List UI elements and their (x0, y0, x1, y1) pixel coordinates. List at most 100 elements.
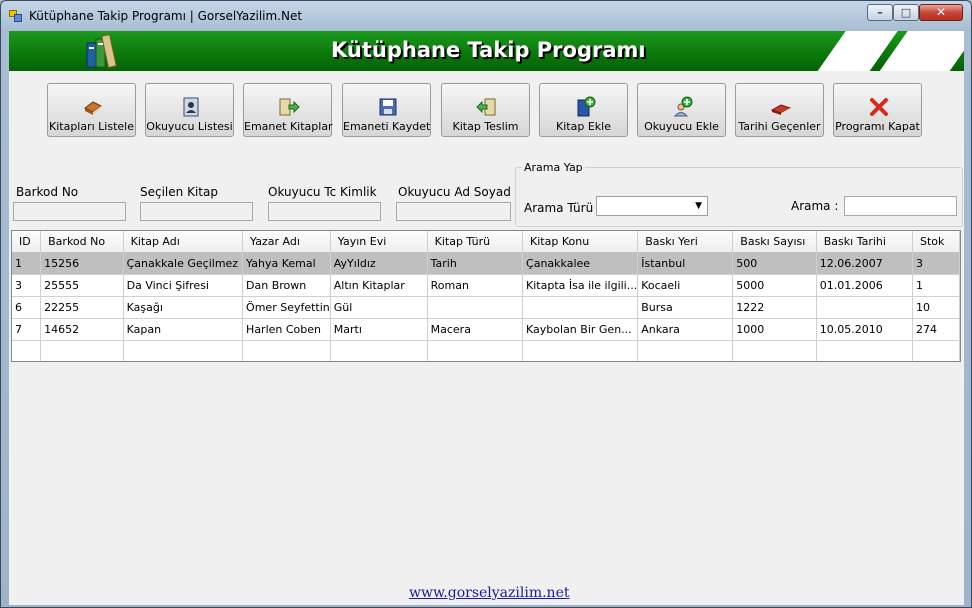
column-header[interactable]: Yazar Adı (242, 231, 331, 253)
table-cell[interactable]: Bursa (637, 296, 734, 319)
table-cell[interactable]: Kitapta İsa ile ilgili... (522, 274, 639, 297)
table-row[interactable]: 6 22255 Kaşağı Ömer Seyfettin Gül Bursa 1222 10 (12, 296, 960, 319)
return-arrow-icon (476, 98, 496, 116)
table-cell[interactable]: 5000 (732, 274, 817, 297)
table-cell[interactable] (40, 340, 124, 361)
table-cell[interactable]: 7 (12, 318, 42, 341)
return-book-button[interactable]: Kitap Teslim (441, 83, 530, 137)
table-cell[interactable] (330, 340, 428, 361)
table-cell[interactable] (12, 340, 42, 361)
table-cell[interactable]: Roman (427, 274, 524, 297)
table-cell[interactable] (427, 296, 524, 319)
column-header[interactable]: Baskı Sayısı (732, 231, 817, 253)
column-header[interactable]: Barkod No (40, 231, 124, 253)
table-cell[interactable]: 1000 (732, 318, 817, 341)
column-header[interactable]: Kitap Konu (522, 231, 639, 253)
column-header[interactable]: Kitap Türü (427, 231, 524, 253)
reader-tc-field[interactable] (268, 202, 381, 221)
column-header[interactable]: Baskı Tarihi (816, 231, 914, 253)
table-cell[interactable]: Dan Brown (242, 274, 331, 297)
table-cell[interactable] (123, 340, 244, 361)
barcode-label: Barkod No (16, 185, 79, 199)
table-cell[interactable] (522, 296, 639, 319)
barcode-field[interactable] (13, 202, 126, 221)
table-cell[interactable]: Çanakkalee (522, 252, 639, 275)
table-cell[interactable]: Kaybolan Bir Gen... (522, 318, 639, 341)
table-cell[interactable]: Da Vinci Şifresi (123, 274, 244, 297)
table-cell[interactable]: Martı (330, 318, 428, 341)
books-table: ID Barkod No Kitap Adı Yazar Adı Yayın Evi Ki… (12, 231, 960, 361)
table-cell[interactable]: Macera (427, 318, 524, 341)
reader-list-button[interactable]: Okuyucu Listesi (145, 83, 234, 137)
books-stack-icon (84, 101, 102, 115)
table-cell[interactable]: Çanakkale Geçilmez (123, 252, 244, 275)
table-cell[interactable]: Kapan (123, 318, 244, 341)
minimize-button[interactable]: – (867, 4, 893, 21)
column-header[interactable]: Yayın Evi (330, 231, 428, 253)
table-cell[interactable] (427, 340, 524, 361)
table-cell[interactable]: 1 (12, 252, 42, 275)
add-reader-button[interactable]: Okuyucu Ekle (637, 83, 726, 137)
column-header[interactable]: Baskı Yeri (637, 231, 734, 253)
close-x-icon (870, 98, 888, 116)
books-grid[interactable]: ID Barkod No Kitap Adı Yazar Adı Yayın Evi Ki… (11, 230, 961, 362)
table-cell[interactable]: Harlen Coben (242, 318, 331, 341)
table-cell[interactable]: Gül (330, 296, 428, 319)
table-cell[interactable]: 3 (912, 252, 960, 275)
search-type-select[interactable]: ▼ (596, 196, 708, 216)
table-row[interactable]: 7 14652 Kapan Harlen Coben Martı Macera Kaybol… (12, 318, 960, 341)
reader-name-field[interactable] (396, 202, 511, 221)
header-banner: Kütüphane Takip Programı (9, 31, 964, 71)
close-window-button[interactable]: ✕ (919, 4, 963, 21)
table-cell[interactable]: 6 (12, 296, 42, 319)
table-cell[interactable]: Ankara (637, 318, 734, 341)
maximize-button[interactable]: □ (893, 4, 919, 21)
column-header[interactable]: Kitap Adı (123, 231, 244, 253)
search-input[interactable] (844, 196, 957, 216)
table-cell[interactable]: Kaşağı (123, 296, 244, 319)
table-cell[interactable] (242, 340, 331, 361)
table-cell[interactable]: Altın Kitaplar (330, 274, 428, 297)
table-cell[interactable]: 22255 (40, 296, 124, 319)
table-row[interactable]: 1 15256 Çanakkale Geçilmez Yahya Kemal AyYıl… (12, 252, 960, 275)
save-loan-button[interactable]: Emaneti Kaydet (342, 83, 431, 137)
table-cell[interactable]: Kocaeli (637, 274, 734, 297)
table-row[interactable]: 3 25555 Da Vinci Şifresi Dan Brown Altın Kit… (12, 274, 960, 297)
button-label: Kitapları Listele (49, 120, 134, 133)
table-cell[interactable]: Ömer Seyfettin (242, 296, 331, 319)
column-header[interactable]: ID (12, 231, 42, 253)
column-header[interactable]: Stok (912, 231, 960, 253)
table-cell[interactable]: 274 (912, 318, 960, 341)
table-cell[interactable] (816, 340, 914, 361)
table-cell[interactable] (637, 340, 734, 361)
table-cell[interactable] (912, 340, 960, 361)
overdue-button[interactable]: Tarihi Geçenler (735, 83, 824, 137)
table-cell[interactable]: 15256 (40, 252, 124, 275)
add-book-button[interactable]: Kitap Ekle (539, 83, 628, 137)
website-link[interactable]: www.gorselyazilim.net (409, 585, 570, 601)
table-cell[interactable] (522, 340, 639, 361)
table-cell[interactable]: 12.06.2007 (816, 252, 914, 275)
selected-book-field[interactable] (140, 202, 253, 221)
table-cell[interactable]: İstanbul (637, 252, 734, 275)
table-row[interactable] (12, 340, 960, 361)
table-cell[interactable]: Yahya Kemal (242, 252, 331, 275)
borrowed-books-button[interactable]: Emanet Kitaplar (243, 83, 333, 137)
exit-program-button[interactable]: Programı Kapat (833, 83, 922, 137)
table-cell[interactable]: 1 (912, 274, 960, 297)
table-cell[interactable]: 25555 (40, 274, 124, 297)
table-cell[interactable]: 1222 (732, 296, 817, 319)
table-cell[interactable]: 14652 (40, 318, 124, 341)
table-cell[interactable] (816, 296, 914, 319)
table-cell[interactable]: 3 (12, 274, 42, 297)
table-cell[interactable]: 01.01.2006 (816, 274, 914, 297)
table-cell[interactable]: AyYıldız (330, 252, 428, 275)
list-books-button[interactable]: Kitapları Listele (47, 83, 136, 137)
button-label: Okuyucu Listesi (146, 120, 233, 133)
table-cell[interactable]: Tarih (427, 252, 524, 275)
table-cell[interactable]: 10.05.2010 (816, 318, 914, 341)
table-cell[interactable]: 10 (912, 296, 960, 319)
table-cell[interactable]: 500 (732, 252, 817, 275)
table-cell[interactable] (732, 340, 817, 361)
title-bar[interactable]: Kütüphane Takip Programı | GorselYazilim… (1, 1, 971, 31)
